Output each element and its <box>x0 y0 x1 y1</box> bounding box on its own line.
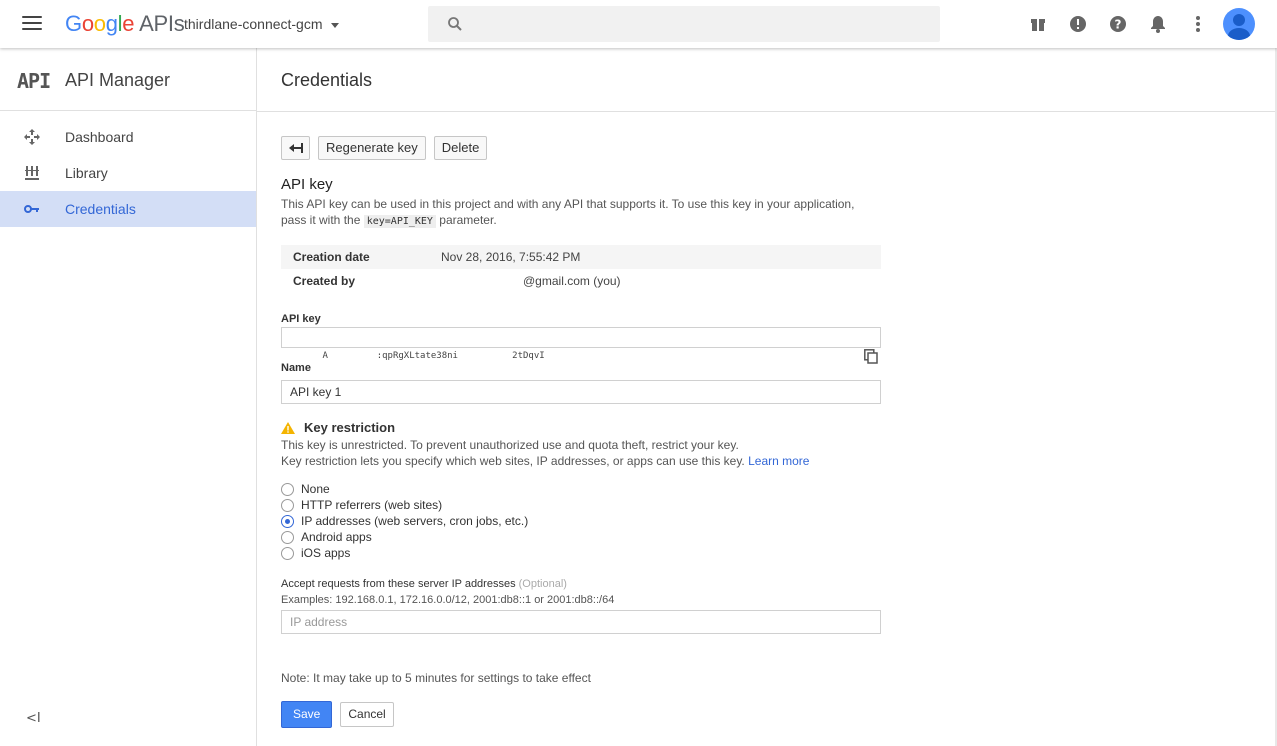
name-input[interactable]: API key 1 <box>281 380 881 404</box>
key-icon <box>24 201 40 217</box>
top-icons: ? <box>1026 12 1226 36</box>
credentials-form: Regenerate key Delete API key This API k… <box>281 136 881 728</box>
copy-icon[interactable] <box>821 330 878 391</box>
api-key-heading: API key <box>281 176 333 193</box>
search-icon <box>448 17 462 31</box>
google-apis-logo[interactable]: Google APIs <box>65 11 185 37</box>
top-bar: Google APIs thirdlane-connect-gcm ? <box>0 0 1277 48</box>
more-vert-icon[interactable] <box>1186 12 1210 36</box>
project-selector[interactable]: thirdlane-connect-gcm <box>184 16 339 32</box>
back-button[interactable] <box>281 136 310 160</box>
info-label: Created by <box>293 274 356 288</box>
api-key-description: This API key can be used in this project… <box>281 197 855 228</box>
sidebar-nav: Dashboard Library Credentials <box>0 111 256 227</box>
info-value: @gmail.com (you) <box>523 274 621 288</box>
radio-button[interactable] <box>281 482 294 496</box>
delete-button[interactable]: Delete <box>433 136 488 160</box>
restriction-description: This key is unrestricted. To prevent una… <box>281 438 810 468</box>
api-key-label: API key <box>281 313 321 325</box>
caret-down-icon <box>330 22 339 28</box>
code-snippet: key=API_KEY <box>363 215 436 228</box>
radio-ip-addresses[interactable]: IP addresses (web servers, cron jobs, et… <box>281 513 881 529</box>
sidebar-item-label: Dashboard <box>65 129 134 145</box>
ip-examples: Examples: 192.168.0.1, 172.16.0.0/12, 20… <box>281 594 615 606</box>
api-key-field[interactable]: A :qpRgXLtate38ni 2tDqvI <box>281 327 881 364</box>
sidebar-item-label: Library <box>65 165 108 181</box>
sidebar-item-library[interactable]: Library <box>0 155 256 191</box>
radio-http-referrers[interactable]: HTTP referrers (web sites) <box>281 497 881 513</box>
svg-text:?: ? <box>1115 18 1122 32</box>
notifications-bell-icon[interactable] <box>1146 12 1170 36</box>
restriction-radio-group: None HTTP referrers (web sites) IP addre… <box>281 481 881 561</box>
sidebar-header: API API Manager <box>0 48 256 111</box>
radio-button-selected[interactable] <box>281 514 294 528</box>
radio-none[interactable]: None <box>281 481 881 497</box>
feedback-icon[interactable] <box>1066 12 1090 36</box>
radio-android-apps[interactable]: Android apps <box>281 529 881 545</box>
hamburger-menu-icon[interactable] <box>22 16 42 32</box>
info-row-created-by: Created by @gmail.com (you) <box>281 269 881 293</box>
api-key-value: A :qpRgXLtate38ni 2tDqvI <box>322 351 545 361</box>
library-icon <box>24 165 40 181</box>
sidebar-item-dashboard[interactable]: Dashboard <box>0 119 256 155</box>
page-title: Credentials <box>281 70 373 90</box>
sidebar-title: API Manager <box>65 70 171 90</box>
dashboard-icon <box>24 129 40 145</box>
project-name: thirdlane-connect-gcm <box>184 16 323 32</box>
radio-button[interactable] <box>281 498 294 512</box>
form-actions: Save Cancel <box>281 701 881 728</box>
page-header: Credentials <box>257 48 1277 112</box>
sidebar-item-credentials[interactable]: Credentials <box>0 191 256 227</box>
account-avatar[interactable] <box>1223 8 1255 40</box>
optional-hint: (Optional) <box>518 578 567 590</box>
collapse-sidebar-icon[interactable]: <I <box>26 711 41 726</box>
ip-address-input[interactable]: IP address <box>281 610 881 634</box>
action-toolbar: Regenerate key Delete <box>281 136 881 160</box>
key-restriction-heading: Key restriction <box>281 420 881 435</box>
radio-ios-apps[interactable]: iOS apps <box>281 545 881 561</box>
help-icon[interactable]: ? <box>1106 12 1130 36</box>
settings-note: Note: It may take up to 5 minutes for se… <box>281 671 591 685</box>
info-label: Creation date <box>293 250 370 264</box>
info-row-creation-date: Creation date Nov 28, 2016, 7:55:42 PM <box>281 245 881 269</box>
ip-addresses-label: Accept requests from these server IP add… <box>281 578 567 590</box>
back-arrow-icon <box>288 143 303 153</box>
gift-icon[interactable] <box>1026 12 1050 36</box>
sidebar: API API Manager Dashboard Library Creden… <box>0 48 257 746</box>
sidebar-item-label: Credentials <box>65 201 136 217</box>
regenerate-key-button[interactable]: Regenerate key <box>318 136 426 160</box>
radio-button[interactable] <box>281 546 294 560</box>
api-logo-icon: API <box>17 69 51 93</box>
search-bar[interactable] <box>428 6 940 42</box>
main-content: Credentials Regenerate key Delete API ke… <box>257 48 1277 746</box>
cancel-button[interactable]: Cancel <box>340 702 394 727</box>
learn-more-link[interactable]: Learn more <box>748 454 809 468</box>
radio-button[interactable] <box>281 530 294 544</box>
warning-icon <box>281 421 295 434</box>
key-info-table: Creation date Nov 28, 2016, 7:55:42 PM C… <box>281 245 881 293</box>
info-value: Nov 28, 2016, 7:55:42 PM <box>441 250 581 264</box>
save-button[interactable]: Save <box>281 701 333 728</box>
